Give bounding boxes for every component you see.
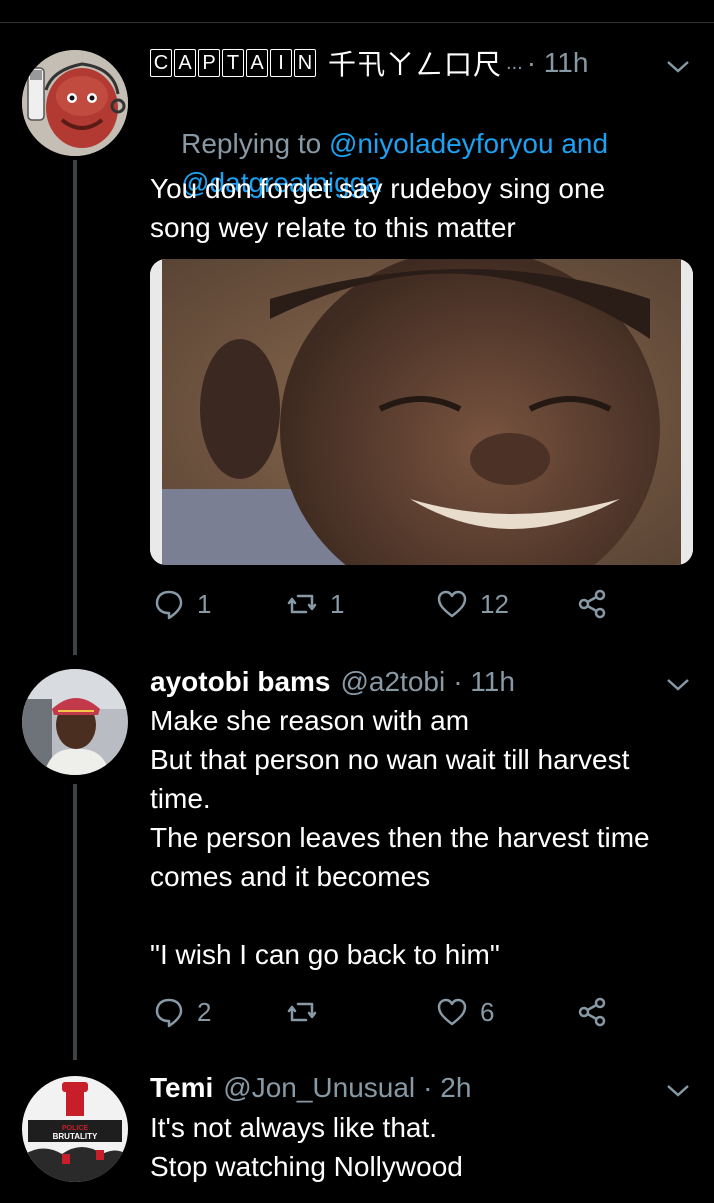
retweet-button[interactable]	[286, 992, 318, 1032]
tweet-header: Temi @Jon_Unusual · 2h	[150, 1068, 654, 1108]
like-icon	[437, 590, 467, 618]
avatar[interactable]	[22, 669, 128, 775]
reply-button[interactable]: 2	[153, 992, 211, 1032]
tweet-text: Make she reason with am But that person …	[150, 705, 650, 970]
chevron-down-icon[interactable]	[664, 52, 692, 80]
display-name-rest: 千卂ㄚㄥ口尺	[328, 49, 503, 80]
retweet-count: 1	[330, 588, 345, 619]
avatar-banner-line2: BRUTALITY	[53, 1132, 98, 1141]
chevron-down-icon[interactable]	[664, 1076, 692, 1104]
reply-icon	[155, 998, 183, 1028]
like-count: 6	[480, 996, 495, 1027]
like-icon	[437, 998, 467, 1026]
reply-count: 2	[197, 996, 212, 1027]
name-letter: A	[246, 49, 268, 77]
timestamp[interactable]: · 11h	[453, 666, 515, 698]
avatar[interactable]: POLICE BRUTALITY	[22, 1076, 128, 1182]
reply-icon	[155, 590, 183, 620]
tweet-actions: 1 1 12	[150, 584, 630, 624]
name-letter: P	[198, 49, 220, 77]
name-letter: C	[150, 49, 172, 77]
share-button[interactable]	[577, 584, 609, 624]
share-icon	[578, 589, 606, 619]
like-count: 12	[480, 588, 509, 619]
name-letter: T	[222, 49, 244, 77]
name-letter: A	[174, 49, 196, 77]
reply-button[interactable]: 1	[153, 584, 211, 624]
tweet-text: It's not always like that. Stop watching…	[150, 1112, 463, 1182]
share-icon	[578, 997, 606, 1027]
timestamp[interactable]: · 2h	[423, 1072, 471, 1104]
timestamp[interactable]: · 11h	[527, 47, 589, 79]
share-button[interactable]	[577, 992, 609, 1032]
tweet-text: You don forget say rudeboy sing one song…	[150, 173, 606, 243]
tweet-image[interactable]	[150, 259, 693, 565]
like-button[interactable]: 12	[436, 584, 509, 624]
ellipsis: ...	[506, 51, 523, 74]
thread-line	[73, 784, 77, 1060]
avatar[interactable]	[22, 50, 128, 156]
thread-line	[73, 160, 77, 655]
handle[interactable]: @a2tobi	[340, 666, 445, 698]
handle[interactable]: @Jon_Unusual	[223, 1072, 415, 1104]
tweet-actions: 2 6	[150, 992, 630, 1032]
tweet-1[interactable]: C A P T A I N 千卂ㄚㄥ口尺 ... · 11h Replying …	[0, 0, 714, 655]
tweet-2[interactable]: ayotobi bams @a2tobi · 11h Make she reas…	[0, 650, 714, 1060]
display-name[interactable]: ayotobi bams	[150, 666, 330, 698]
display-name[interactable]: Temi	[150, 1072, 213, 1104]
retweet-icon	[287, 594, 317, 614]
avatar-banner-line1: POLICE	[62, 1125, 88, 1132]
tweet-header: ayotobi bams @a2tobi · 11h	[150, 662, 654, 702]
display-name[interactable]: C A P T A I N 千卂ㄚㄥ口尺	[150, 43, 502, 83]
reply-count: 1	[197, 588, 212, 619]
name-letter: N	[294, 49, 316, 77]
retweet-icon	[287, 1002, 317, 1022]
tweet-3[interactable]: POLICE BRUTALITY Temi @Jon_Unusual · 2h …	[0, 1060, 714, 1203]
retweet-button[interactable]: 1	[286, 584, 344, 624]
name-letter: I	[270, 49, 292, 77]
tweet-header: C A P T A I N 千卂ㄚㄥ口尺 ... · 11h	[150, 43, 654, 83]
like-button[interactable]: 6	[436, 992, 494, 1032]
chevron-down-icon[interactable]	[664, 670, 692, 698]
